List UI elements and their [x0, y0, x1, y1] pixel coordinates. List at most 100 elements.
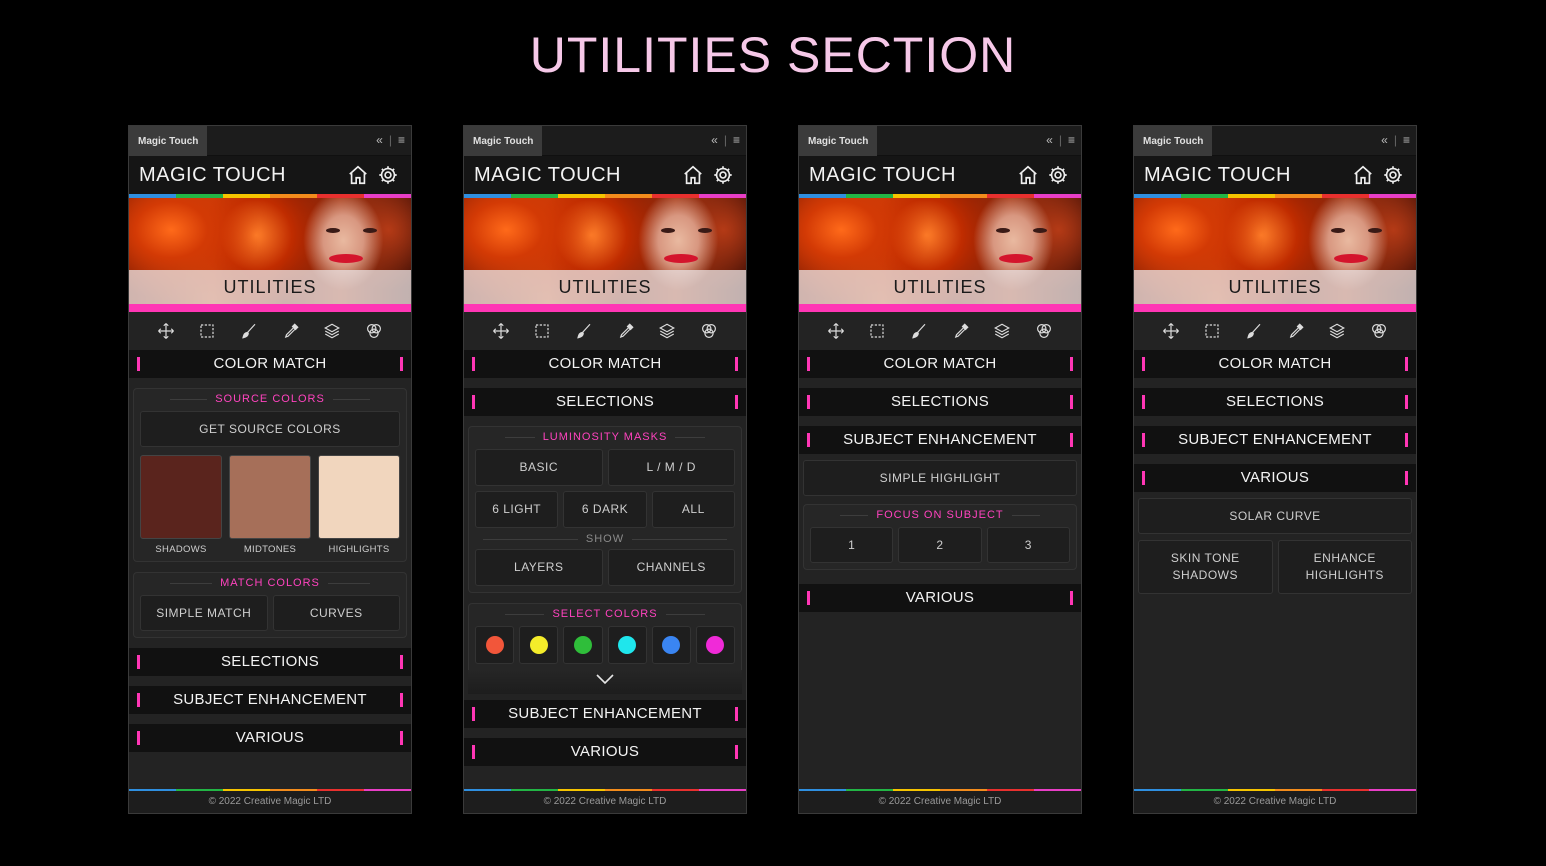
layers-button[interactable]: LAYERS	[475, 549, 603, 586]
chevron-down-icon[interactable]	[595, 672, 615, 686]
basic-button[interactable]: BASIC	[475, 449, 603, 486]
menu-icon[interactable]: ≡	[1403, 133, 1410, 147]
section-color-match[interactable]: COLOR MATCH	[1134, 350, 1416, 378]
menu-icon[interactable]: ≡	[398, 133, 405, 147]
section-various[interactable]: VARIOUS	[464, 738, 746, 766]
section-selections[interactable]: SELECTIONS	[799, 388, 1081, 416]
section-selections[interactable]: SELECTIONS	[129, 648, 411, 676]
gear-icon[interactable]	[377, 164, 399, 186]
panel-tab[interactable]: Magic Touch	[799, 126, 877, 156]
color-dot-button-4[interactable]	[607, 626, 647, 664]
midtones-swatch[interactable]	[229, 455, 311, 539]
brush-icon[interactable]	[575, 322, 593, 340]
color-dot-button-3[interactable]	[563, 626, 603, 664]
footer-copyright: © 2022 Creative Magic LTD	[208, 796, 332, 807]
section-subject-enhancement[interactable]: SUBJECT ENHANCEMENT	[129, 686, 411, 714]
channels-button[interactable]: CHANNELS	[607, 549, 735, 586]
match-colors-group: MATCH COLORS SIMPLE MATCH CURVES	[133, 572, 407, 638]
banner-image: UTILITIES	[1134, 198, 1416, 304]
move-icon[interactable]	[157, 322, 175, 340]
gear-icon[interactable]	[1047, 164, 1069, 186]
highlights-swatch[interactable]	[318, 455, 400, 539]
marquee-icon[interactable]	[533, 322, 551, 340]
app-title: MAGIC TOUCH	[809, 164, 956, 186]
banner-label: UTILITIES	[558, 277, 652, 297]
layers-icon[interactable]	[993, 322, 1011, 340]
color-dot-button-6[interactable]	[695, 626, 736, 664]
collapse-icon[interactable]: «	[376, 133, 383, 147]
panel-tab[interactable]: Magic Touch	[464, 126, 542, 156]
panel-tab[interactable]: Magic Touch	[1134, 126, 1212, 156]
eyedropper-icon[interactable]	[1287, 322, 1305, 340]
section-subject-enhancement[interactable]: SUBJECT ENHANCEMENT	[799, 426, 1081, 454]
home-icon[interactable]	[1017, 164, 1039, 186]
focus-2-button[interactable]: 2	[898, 527, 982, 563]
brush-icon[interactable]	[1245, 322, 1263, 340]
six-light-button[interactable]: 6 LIGHT	[475, 491, 559, 528]
accent-bar	[129, 304, 411, 312]
section-color-match[interactable]: COLOR MATCH	[799, 350, 1081, 378]
layers-icon[interactable]	[323, 322, 341, 340]
section-various[interactable]: VARIOUS	[129, 724, 411, 752]
app-header: MAGIC TOUCH	[129, 156, 411, 194]
move-icon[interactable]	[1162, 322, 1180, 340]
channels-icon[interactable]	[700, 322, 718, 340]
move-icon[interactable]	[827, 322, 845, 340]
section-color-match[interactable]: COLOR MATCH	[129, 350, 411, 378]
brush-icon[interactable]	[910, 322, 928, 340]
get-source-colors-button[interactable]: GET SOURCE COLORS	[140, 411, 400, 447]
channels-icon[interactable]	[1370, 322, 1388, 340]
curves-button[interactable]: CURVES	[272, 595, 400, 631]
home-icon[interactable]	[347, 164, 369, 186]
section-various[interactable]: VARIOUS	[799, 584, 1081, 612]
panel-tabbar: Magic Touch « | ≡	[129, 126, 411, 156]
color-dot-button-1[interactable]	[475, 626, 515, 664]
move-icon[interactable]	[492, 322, 510, 340]
section-subject-enhancement[interactable]: SUBJECT ENHANCEMENT	[464, 700, 746, 728]
section-selections[interactable]: SELECTIONS	[464, 388, 746, 416]
home-icon[interactable]	[1352, 164, 1374, 186]
simple-highlight-button[interactable]: SIMPLE HIGHLIGHT	[803, 460, 1077, 496]
focus-3-button[interactable]: 3	[986, 527, 1070, 563]
home-icon[interactable]	[682, 164, 704, 186]
brush-icon[interactable]	[240, 322, 258, 340]
six-dark-button[interactable]: 6 DARK	[563, 491, 647, 528]
panel-tab[interactable]: Magic Touch	[129, 126, 207, 156]
eyedropper-icon[interactable]	[617, 322, 635, 340]
lmd-button[interactable]: L / M / D	[607, 449, 735, 486]
collapse-icon[interactable]: «	[1381, 133, 1388, 147]
marquee-icon[interactable]	[198, 322, 216, 340]
panel-color-match: Magic Touch « | ≡ MAGIC TOUCH UTILITIES …	[128, 125, 412, 814]
scroll-more-area[interactable]	[468, 670, 742, 694]
gear-icon[interactable]	[712, 164, 734, 186]
channels-icon[interactable]	[365, 322, 383, 340]
section-color-match[interactable]: COLOR MATCH	[464, 350, 746, 378]
color-dot-button-5[interactable]	[651, 626, 691, 664]
app-title: MAGIC TOUCH	[474, 164, 621, 186]
all-button[interactable]: ALL	[651, 491, 735, 528]
menu-icon[interactable]: ≡	[1068, 133, 1075, 147]
section-selections[interactable]: SELECTIONS	[1134, 388, 1416, 416]
layers-icon[interactable]	[658, 322, 676, 340]
menu-icon[interactable]: ≡	[733, 133, 740, 147]
swatch-label: HIGHLIGHTS	[328, 544, 390, 555]
marquee-icon[interactable]	[868, 322, 886, 340]
channels-icon[interactable]	[1035, 322, 1053, 340]
layers-icon[interactable]	[1328, 322, 1346, 340]
solar-curve-button[interactable]: SOLAR CURVE	[1138, 498, 1412, 534]
gear-icon[interactable]	[1382, 164, 1404, 186]
section-subject-enhancement[interactable]: SUBJECT ENHANCEMENT	[1134, 426, 1416, 454]
eyedropper-icon[interactable]	[282, 322, 300, 340]
skin-tone-shadows-button[interactable]: SKIN TONE SHADOWS	[1138, 540, 1273, 594]
section-various[interactable]: VARIOUS	[1134, 464, 1416, 492]
marquee-icon[interactable]	[1203, 322, 1221, 340]
eyedropper-icon[interactable]	[952, 322, 970, 340]
collapse-icon[interactable]: «	[1046, 133, 1053, 147]
enhance-highlights-button[interactable]: ENHANCE HIGHLIGHTS	[1277, 540, 1412, 594]
color-dot-button-2[interactable]	[519, 626, 559, 664]
simple-match-button[interactable]: SIMPLE MATCH	[140, 595, 268, 631]
shadows-swatch[interactable]	[140, 455, 222, 539]
collapse-icon[interactable]: «	[711, 133, 718, 147]
select-colors-group: SELECT COLORS	[468, 603, 742, 670]
focus-1-button[interactable]: 1	[810, 527, 894, 563]
